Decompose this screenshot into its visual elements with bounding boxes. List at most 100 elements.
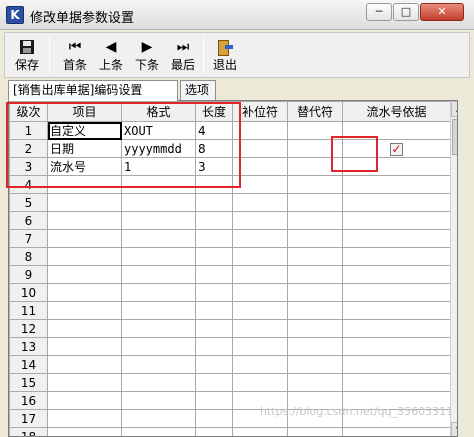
cell-item[interactable] [47, 247, 122, 266]
cell-pad-char[interactable] [232, 157, 288, 176]
table-row[interactable]: 7 [9, 229, 451, 248]
cell-replace-char[interactable] [287, 283, 343, 302]
cell-pad-char[interactable] [232, 193, 288, 212]
cell-length[interactable] [195, 193, 233, 212]
cell-replace-char[interactable] [287, 157, 343, 176]
cell-serial-basis[interactable] [342, 337, 451, 356]
cell-pad-char[interactable] [232, 319, 288, 338]
cell-format[interactable] [121, 301, 196, 320]
scroll-thumb[interactable] [452, 119, 457, 155]
cell-item[interactable] [47, 391, 122, 410]
cell-serial-basis[interactable] [342, 427, 451, 436]
cell-format[interactable] [121, 373, 196, 392]
cell-serial-basis[interactable] [342, 283, 451, 302]
table-row[interactable]: 14 [9, 355, 451, 374]
cell-length[interactable] [195, 391, 233, 410]
cell-serial-basis[interactable] [342, 373, 451, 392]
cell-item[interactable] [47, 229, 122, 248]
cell-length[interactable]: 4 [195, 121, 233, 140]
cell-replace-char[interactable] [287, 301, 343, 320]
cell-serial-basis[interactable] [342, 121, 451, 140]
exit-button[interactable]: 退出 [209, 35, 241, 75]
cell-pad-char[interactable] [232, 247, 288, 266]
table-row[interactable]: 9 [9, 265, 451, 284]
cell-pad-char[interactable] [232, 301, 288, 320]
cell-pad-char[interactable] [232, 355, 288, 374]
cell-item[interactable] [47, 265, 122, 284]
cell-item[interactable] [47, 193, 122, 212]
cell-format[interactable]: 1 [121, 157, 196, 176]
cell-serial-basis[interactable] [342, 319, 451, 338]
cell-replace-char[interactable] [287, 175, 343, 194]
cell-replace-char[interactable] [287, 139, 343, 158]
cell-length[interactable] [195, 301, 233, 320]
cell-length[interactable] [195, 319, 233, 338]
cell-pad-char[interactable] [232, 229, 288, 248]
cell-format[interactable] [121, 427, 196, 436]
cell-item[interactable]: 日期 [47, 139, 122, 158]
cell-pad-char[interactable] [232, 283, 288, 302]
cell-format[interactable] [121, 211, 196, 230]
cell-serial-basis[interactable] [342, 193, 451, 212]
cell-pad-char[interactable] [232, 265, 288, 284]
cell-length[interactable] [195, 265, 233, 284]
cell-format[interactable]: XOUT [121, 121, 196, 140]
cell-item[interactable] [47, 373, 122, 392]
cell-length[interactable] [195, 337, 233, 356]
cell-replace-char[interactable] [287, 355, 343, 374]
table-row[interactable]: 10 [9, 283, 451, 302]
next-record-button[interactable]: ▶ 下条 [131, 35, 163, 75]
cell-format[interactable]: yyyymmdd [121, 139, 196, 158]
cell-item[interactable] [47, 175, 122, 194]
cell-item[interactable]: 自定义 [47, 121, 122, 140]
cell-format[interactable] [121, 283, 196, 302]
cell-serial-basis[interactable] [342, 265, 451, 284]
cell-format[interactable] [121, 409, 196, 428]
cell-item[interactable] [47, 409, 122, 428]
table-row[interactable]: 15 [9, 373, 451, 392]
column-header-format[interactable]: 格式 [121, 101, 196, 122]
cell-serial-basis[interactable] [342, 157, 451, 176]
table-row[interactable]: 6 [9, 211, 451, 230]
last-record-button[interactable]: ⏭ 最后 [167, 35, 199, 75]
cell-pad-char[interactable] [232, 121, 288, 140]
tab-options[interactable]: 选项 [180, 80, 216, 100]
minimize-button[interactable]: ─ [366, 3, 392, 21]
cell-item[interactable] [47, 427, 122, 436]
cell-format[interactable] [121, 391, 196, 410]
cell-replace-char[interactable] [287, 337, 343, 356]
cell-length[interactable] [195, 373, 233, 392]
column-header-level[interactable]: 级次 [9, 101, 48, 122]
column-header-pad-char[interactable]: 补位符 [232, 101, 288, 122]
cell-format[interactable] [121, 265, 196, 284]
cell-item[interactable] [47, 355, 122, 374]
maximize-button[interactable]: □ [393, 3, 419, 21]
cell-replace-char[interactable] [287, 193, 343, 212]
close-button[interactable]: ✕ [420, 3, 464, 21]
cell-length[interactable] [195, 409, 233, 428]
cell-replace-char[interactable] [287, 229, 343, 248]
cell-replace-char[interactable] [287, 319, 343, 338]
column-header-replace-char[interactable]: 替代符 [287, 101, 343, 122]
cell-pad-char[interactable] [232, 427, 288, 436]
cell-length[interactable] [195, 229, 233, 248]
cell-item[interactable]: 流水号 [47, 157, 122, 176]
vertical-scrollbar[interactable]: ▲ ▼ [450, 101, 457, 436]
cell-serial-basis[interactable] [342, 175, 451, 194]
first-record-button[interactable]: ⏮ 首条 [59, 35, 91, 75]
column-header-item[interactable]: 项目 [47, 101, 122, 122]
cell-item[interactable] [47, 211, 122, 230]
cell-format[interactable] [121, 337, 196, 356]
cell-length[interactable] [195, 211, 233, 230]
cell-format[interactable] [121, 247, 196, 266]
cell-pad-char[interactable] [232, 337, 288, 356]
table-row[interactable]: 13 [9, 337, 451, 356]
cell-serial-basis[interactable] [342, 247, 451, 266]
column-header-serial-basis[interactable]: 流水号依据 [342, 101, 451, 122]
cell-pad-char[interactable] [232, 175, 288, 194]
cell-serial-basis[interactable] [342, 301, 451, 320]
table-row[interactable]: 5 [9, 193, 451, 212]
cell-length[interactable]: 3 [195, 157, 233, 176]
table-row[interactable]: 3 流水号 1 3 [9, 157, 451, 176]
save-button[interactable]: 保存 [11, 35, 43, 75]
